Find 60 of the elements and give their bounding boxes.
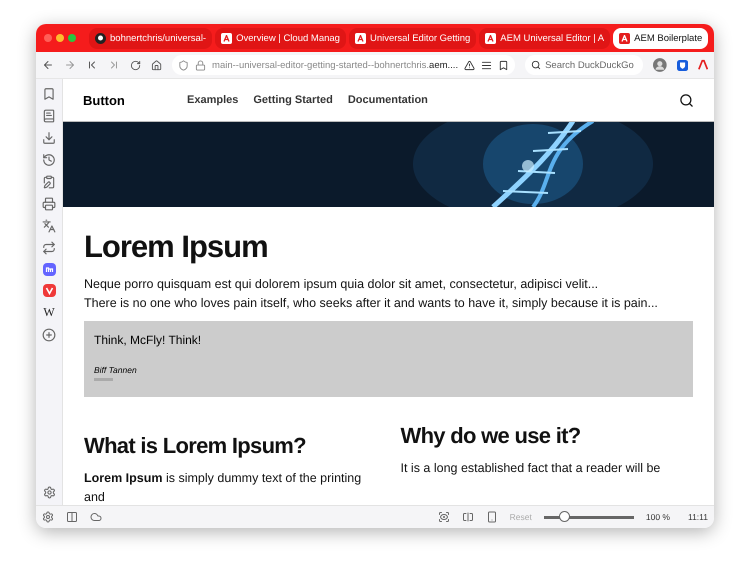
nav-link[interactable]: Examples (187, 94, 238, 106)
settings-icon[interactable] (42, 511, 54, 523)
panel-toggle-icon[interactable] (66, 511, 78, 523)
quote-text: Think, McFly! Think! (94, 333, 202, 347)
download-icon[interactable] (42, 131, 56, 145)
wikipedia-icon[interactable]: W (43, 305, 55, 320)
browser-tab[interactable]: AEM Universal Editor | A (479, 28, 610, 48)
paragraph: There is no one who loves pain itself, who seeks after it and wants to have it, simply because it is pain... (84, 295, 659, 312)
settings-icon[interactable] (42, 486, 56, 499)
printer-icon[interactable] (42, 197, 56, 211)
notes-icon[interactable] (42, 175, 56, 189)
forward-icon[interactable] (64, 58, 76, 72)
browser-tab[interactable]: Universal Editor Getting (348, 28, 476, 48)
search-icon (531, 60, 542, 70)
section-heading: What is Lorem Ipsum? (84, 433, 307, 459)
quote-rule (94, 378, 113, 381)
adobe-icon (354, 32, 366, 44)
search-icon[interactable] (679, 92, 694, 108)
site-title[interactable]: Button (83, 92, 187, 108)
section-heading: Why do we use it? (400, 423, 582, 449)
cloud-icon[interactable] (90, 511, 102, 523)
sync-icon[interactable] (42, 241, 56, 255)
page-heading: Lorem Ipsum (84, 229, 269, 265)
reader-view-icon[interactable] (481, 60, 492, 70)
adobe-icon (485, 32, 496, 44)
vivaldi-icon[interactable] (42, 284, 56, 297)
adobe-icon (619, 32, 630, 44)
tile-icon[interactable] (462, 511, 474, 523)
extension-icon[interactable] (698, 59, 708, 71)
nav-link[interactable]: Documentation (348, 94, 428, 106)
nav-link[interactable]: Getting Started (253, 94, 333, 106)
paragraph: It is a long established fact that a reader will be (400, 460, 662, 477)
quote-author: Biff Tannen (94, 365, 138, 375)
device-icon[interactable] (486, 511, 498, 523)
shield-icon[interactable] (178, 60, 190, 70)
browser-tab[interactable]: AEM Boilerplate (613, 28, 708, 48)
profile-avatar[interactable] (652, 57, 667, 73)
translate-icon[interactable] (42, 219, 56, 233)
url-text: main--universal-editor-getting-started--bohnertchris.aem.... (212, 60, 458, 70)
history-icon[interactable] (42, 153, 56, 167)
bookmark-icon[interactable] (498, 60, 510, 70)
password-manager-icon[interactable] (676, 58, 688, 72)
home-icon[interactable] (150, 58, 162, 72)
browser-tab[interactable]: Overview | Cloud Manag (215, 28, 346, 48)
lock-icon (195, 60, 206, 70)
warning-icon[interactable] (464, 60, 476, 70)
reading-list-icon[interactable] (42, 109, 56, 123)
capture-icon[interactable] (438, 511, 450, 523)
zoom-level: 100 % (646, 512, 670, 522)
paragraph: Lorem Ipsum is simply dummy text of the printing and (84, 470, 362, 505)
address-field[interactable]: main--universal-editor-getting-started--bohnertchris.aem.... (172, 55, 516, 75)
browser-tab[interactable]: bohnertchris/universal- (89, 28, 212, 48)
adobe-icon (221, 32, 232, 44)
mastodon-icon[interactable] (42, 263, 56, 276)
reload-icon[interactable] (130, 58, 141, 72)
back-icon[interactable] (42, 58, 54, 72)
paragraph: Neque porro quisquam est qui dolorem ipsum quia dolor sit amet, consectetur, adipisci velit... (84, 276, 600, 293)
add-panel-icon[interactable] (42, 328, 56, 342)
clock: 11:11 (688, 512, 708, 522)
search-field[interactable]: Search DuckDuckGo (525, 55, 643, 75)
